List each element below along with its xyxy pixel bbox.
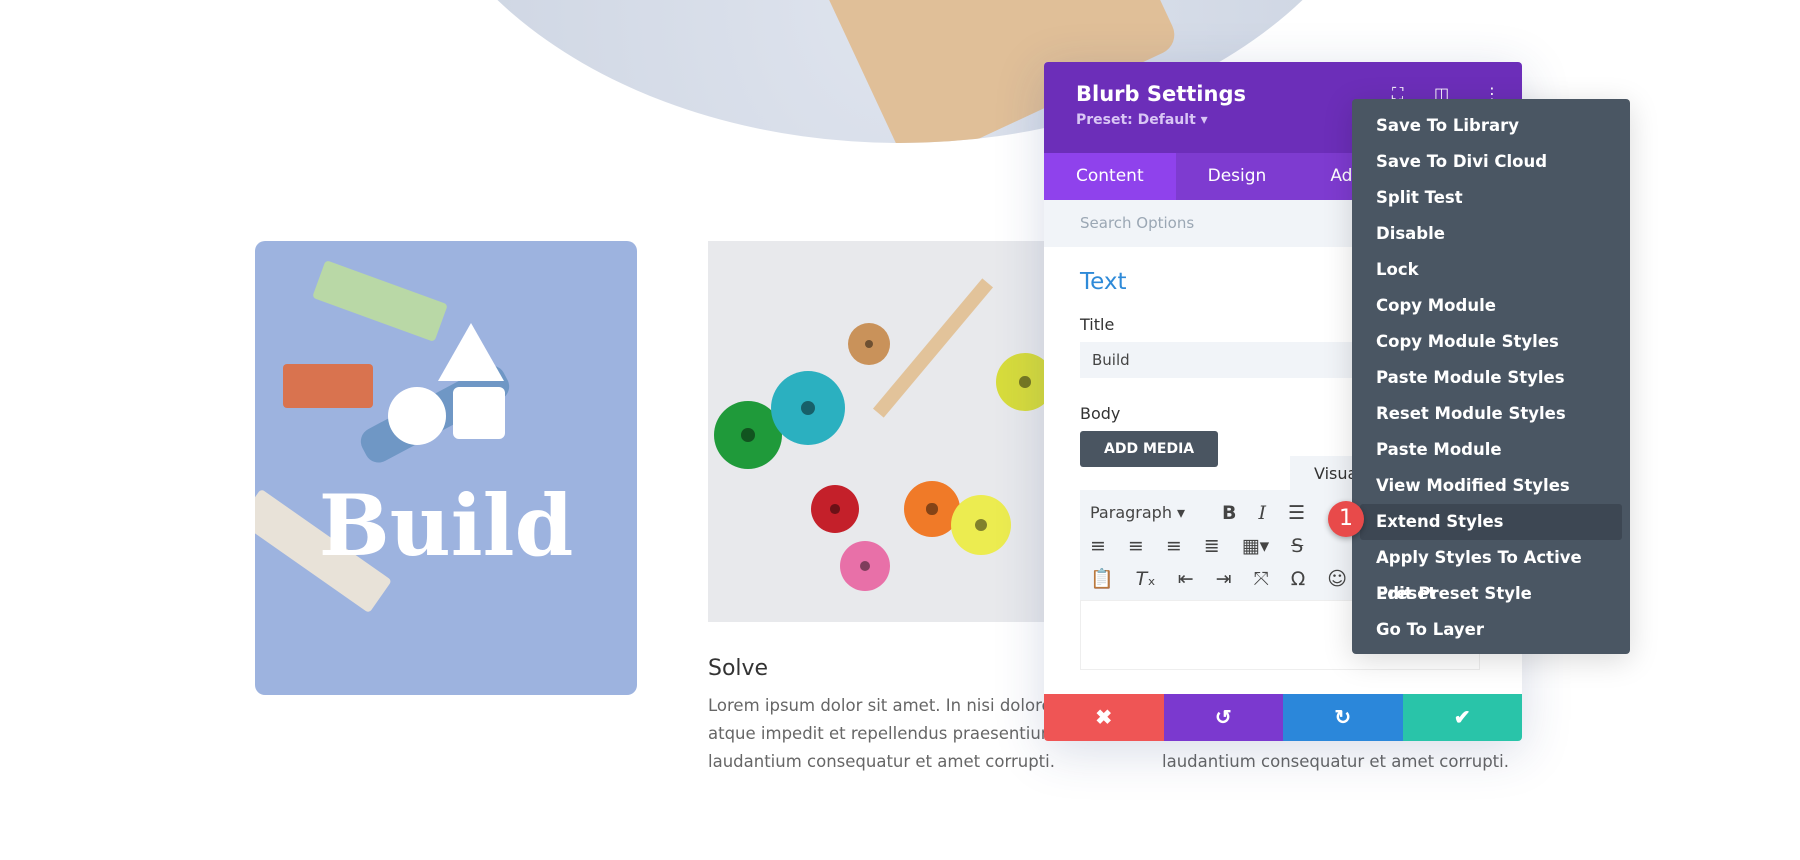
italic-icon[interactable]: I xyxy=(1258,502,1266,524)
menu-item-split-test[interactable]: Split Test xyxy=(1360,180,1622,216)
build-title: Build xyxy=(318,476,574,575)
emoji-icon[interactable]: ☺ xyxy=(1327,568,1347,590)
strikethrough-icon[interactable]: S xyxy=(1291,535,1303,557)
solve-body-line: laudantium consequatur et amet corrupti. xyxy=(708,752,1055,771)
align-right-icon[interactable]: ≡ xyxy=(1166,535,1182,557)
menu-item-save-to-divi-cloud[interactable]: Save To Divi Cloud xyxy=(1360,144,1622,180)
menu-item-reset-module-styles[interactable]: Reset Module Styles xyxy=(1360,396,1622,432)
justify-icon[interactable]: ≣ xyxy=(1204,535,1220,557)
menu-item-save-to-library[interactable]: Save To Library xyxy=(1360,108,1622,144)
triangle-shape-icon xyxy=(438,323,504,381)
indent-icon[interactable]: ⇥ xyxy=(1216,568,1232,590)
outdent-icon[interactable]: ⇤ xyxy=(1178,568,1194,590)
step-badge: 1 xyxy=(1328,501,1364,537)
solve-body-line: Lorem ipsum dolor sit amet. In nisi dolo… xyxy=(708,696,1061,715)
build-blurb-image[interactable]: Build xyxy=(255,241,637,695)
menu-item-edit-preset-style[interactable]: Edit Preset Style xyxy=(1360,576,1622,612)
circle-shape-icon xyxy=(388,387,446,445)
menu-item-copy-module[interactable]: Copy Module xyxy=(1360,288,1622,324)
menu-item-paste-module-styles[interactable]: Paste Module Styles xyxy=(1360,360,1622,396)
menu-item-paste-module[interactable]: Paste Module xyxy=(1360,432,1622,468)
list-icon[interactable]: ☰ xyxy=(1288,502,1305,524)
format-select[interactable]: Paragraph ▾ xyxy=(1090,503,1200,522)
omega-icon[interactable]: Ω xyxy=(1291,568,1306,590)
menu-item-extend-styles[interactable]: Extend Styles xyxy=(1360,504,1622,540)
square-shape-icon xyxy=(453,387,505,439)
paste-text-icon[interactable]: 📋 xyxy=(1090,567,1114,590)
solve-title: Solve xyxy=(708,656,769,681)
context-menu: Save To Library Save To Divi Cloud Split… xyxy=(1352,99,1630,654)
menu-item-lock[interactable]: Lock xyxy=(1360,252,1622,288)
fullscreen-icon[interactable]: ⤧ xyxy=(1254,568,1269,590)
add-media-button[interactable]: ADD MEDIA xyxy=(1080,431,1219,467)
redo-button[interactable]: ↻ xyxy=(1283,694,1403,741)
undo-button[interactable]: ↺ xyxy=(1163,694,1283,741)
align-left-icon[interactable]: ≡ xyxy=(1090,535,1106,557)
clear-format-icon[interactable]: Tₓ xyxy=(1136,568,1156,590)
menu-item-disable[interactable]: Disable xyxy=(1360,216,1622,252)
panel-footer: ✖ ↺ ↻ ✔ xyxy=(1044,694,1522,741)
menu-item-apply-styles-to-active-preset[interactable]: Apply Styles To Active Preset xyxy=(1360,540,1622,603)
tab-design[interactable]: Design xyxy=(1176,153,1299,200)
third-body-line: laudantium consequatur et amet corrupti. xyxy=(1162,752,1509,771)
menu-item-go-to-layer[interactable]: Go To Layer xyxy=(1360,612,1622,648)
solve-body-line: atque impedit et repellendus praesentium xyxy=(708,724,1057,743)
solve-blurb-image[interactable] xyxy=(708,241,1048,622)
align-center-icon[interactable]: ≡ xyxy=(1128,535,1144,557)
bold-icon[interactable]: B xyxy=(1222,502,1236,524)
menu-item-copy-module-styles[interactable]: Copy Module Styles xyxy=(1360,324,1622,360)
menu-item-view-modified-styles[interactable]: View Modified Styles xyxy=(1360,468,1622,504)
table-icon[interactable]: ▦▾ xyxy=(1242,535,1270,557)
cancel-button[interactable]: ✖ xyxy=(1044,694,1164,741)
tab-content[interactable]: Content xyxy=(1044,153,1176,200)
save-button[interactable]: ✔ xyxy=(1402,694,1522,741)
